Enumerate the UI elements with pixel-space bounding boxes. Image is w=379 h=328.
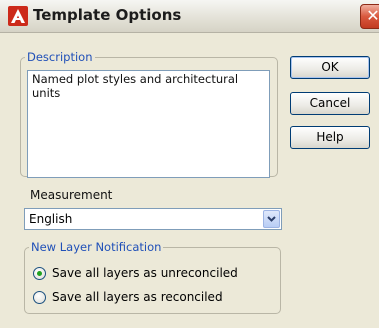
description-text: Named plot styles and architectural unit… bbox=[32, 72, 239, 100]
chevron-down-icon bbox=[267, 216, 276, 222]
description-legend: Description bbox=[27, 50, 93, 64]
cancel-button[interactable]: Cancel bbox=[290, 92, 370, 115]
radio-button-unchecked[interactable] bbox=[33, 291, 46, 304]
help-label: Help bbox=[316, 130, 344, 144]
measurement-label: Measurement bbox=[30, 188, 113, 202]
new-layer-notification-legend: New Layer Notification bbox=[31, 240, 162, 254]
help-button[interactable]: Help bbox=[290, 126, 370, 149]
autocad-icon bbox=[8, 6, 28, 26]
radio-label-unreconciled: Save all layers as unreconciled bbox=[52, 266, 238, 280]
close-button[interactable]: ✕ bbox=[360, 4, 379, 29]
description-textbox[interactable]: Named plot styles and architectural unit… bbox=[27, 70, 270, 178]
radio-button-checked[interactable] bbox=[33, 267, 46, 280]
description-group: Description Named plot styles and archit… bbox=[20, 50, 278, 178]
measurement-select[interactable]: English bbox=[24, 208, 282, 230]
radio-label-reconciled: Save all layers as reconciled bbox=[52, 290, 223, 304]
close-icon: ✕ bbox=[366, 6, 379, 25]
cancel-label: Cancel bbox=[309, 96, 351, 110]
title-bar[interactable]: Template Options ✕ bbox=[0, 0, 379, 33]
radio-save-reconciled[interactable]: Save all layers as reconciled bbox=[33, 290, 263, 306]
dropdown-button[interactable] bbox=[263, 210, 280, 228]
ok-button[interactable]: OK bbox=[290, 56, 370, 79]
ok-label: OK bbox=[321, 60, 339, 74]
measurement-value: English bbox=[29, 212, 73, 226]
radio-save-unreconciled[interactable]: Save all layers as unreconciled bbox=[33, 266, 263, 282]
window-title: Template Options bbox=[33, 6, 182, 24]
